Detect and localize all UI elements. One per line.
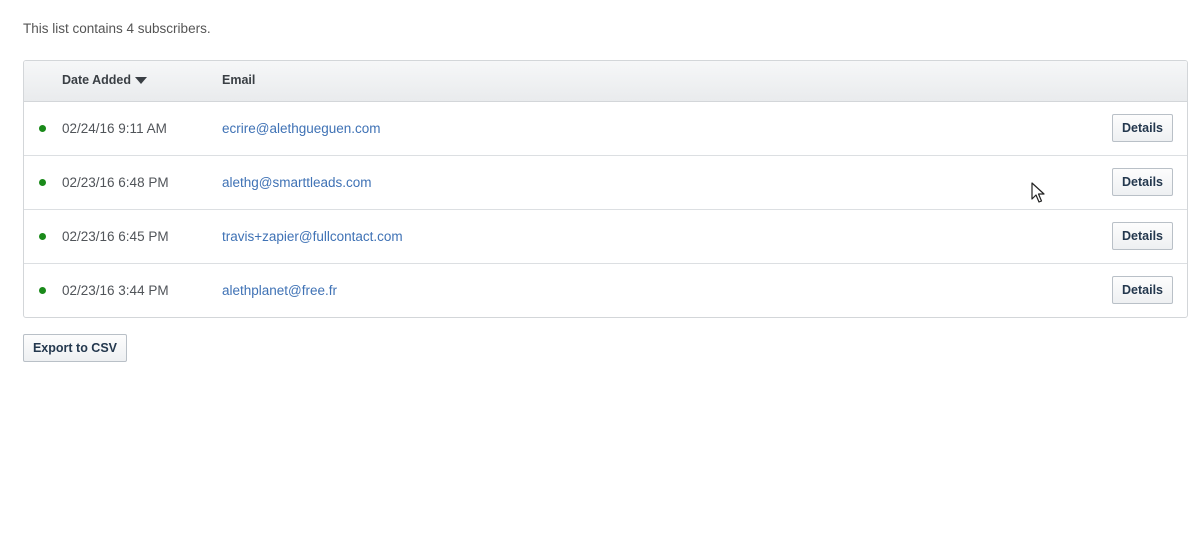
email-link[interactable]: alethplanet@free.fr <box>222 283 337 298</box>
subscribers-table: Date Added Email 02/24/16 9:11 AM ecrire… <box>23 60 1188 318</box>
subscriber-count-text: This list contains 4 subscribers. <box>23 21 211 36</box>
date-added-cell: 02/24/16 9:11 AM <box>62 121 167 136</box>
table-header: Date Added Email <box>24 61 1187 102</box>
date-added-cell: 02/23/16 3:44 PM <box>62 283 169 298</box>
details-button[interactable]: Details <box>1112 168 1173 196</box>
table-row: 02/24/16 9:11 AM ecrire@alethgueguen.com… <box>24 102 1187 156</box>
export-csv-button[interactable]: Export to CSV <box>23 334 127 362</box>
status-active-icon <box>39 179 46 186</box>
status-active-icon <box>39 233 46 240</box>
status-active-icon <box>39 287 46 294</box>
mouse-pointer-icon <box>1031 182 1045 203</box>
column-header-date-added[interactable]: Date Added <box>62 73 147 87</box>
table-row: 02/23/16 6:45 PM travis+zapier@fullconta… <box>24 210 1187 264</box>
column-header-date-added-label: Date Added <box>62 73 131 87</box>
caret-down-icon <box>135 76 147 84</box>
subscribers-page: This list contains 4 subscribers. Date A… <box>0 0 1192 539</box>
table-row: 02/23/16 6:48 PM alethg@smarttleads.com … <box>24 156 1187 210</box>
status-active-icon <box>39 125 46 132</box>
email-link[interactable]: ecrire@alethgueguen.com <box>222 121 381 136</box>
email-link[interactable]: alethg@smarttleads.com <box>222 175 372 190</box>
column-header-email: Email <box>222 73 256 87</box>
date-added-cell: 02/23/16 6:45 PM <box>62 229 169 244</box>
details-button[interactable]: Details <box>1112 114 1173 142</box>
table-row: 02/23/16 3:44 PM alethplanet@free.fr Det… <box>24 264 1187 317</box>
email-link[interactable]: travis+zapier@fullcontact.com <box>222 229 403 244</box>
details-button[interactable]: Details <box>1112 222 1173 250</box>
details-button[interactable]: Details <box>1112 276 1173 304</box>
date-added-cell: 02/23/16 6:48 PM <box>62 175 169 190</box>
